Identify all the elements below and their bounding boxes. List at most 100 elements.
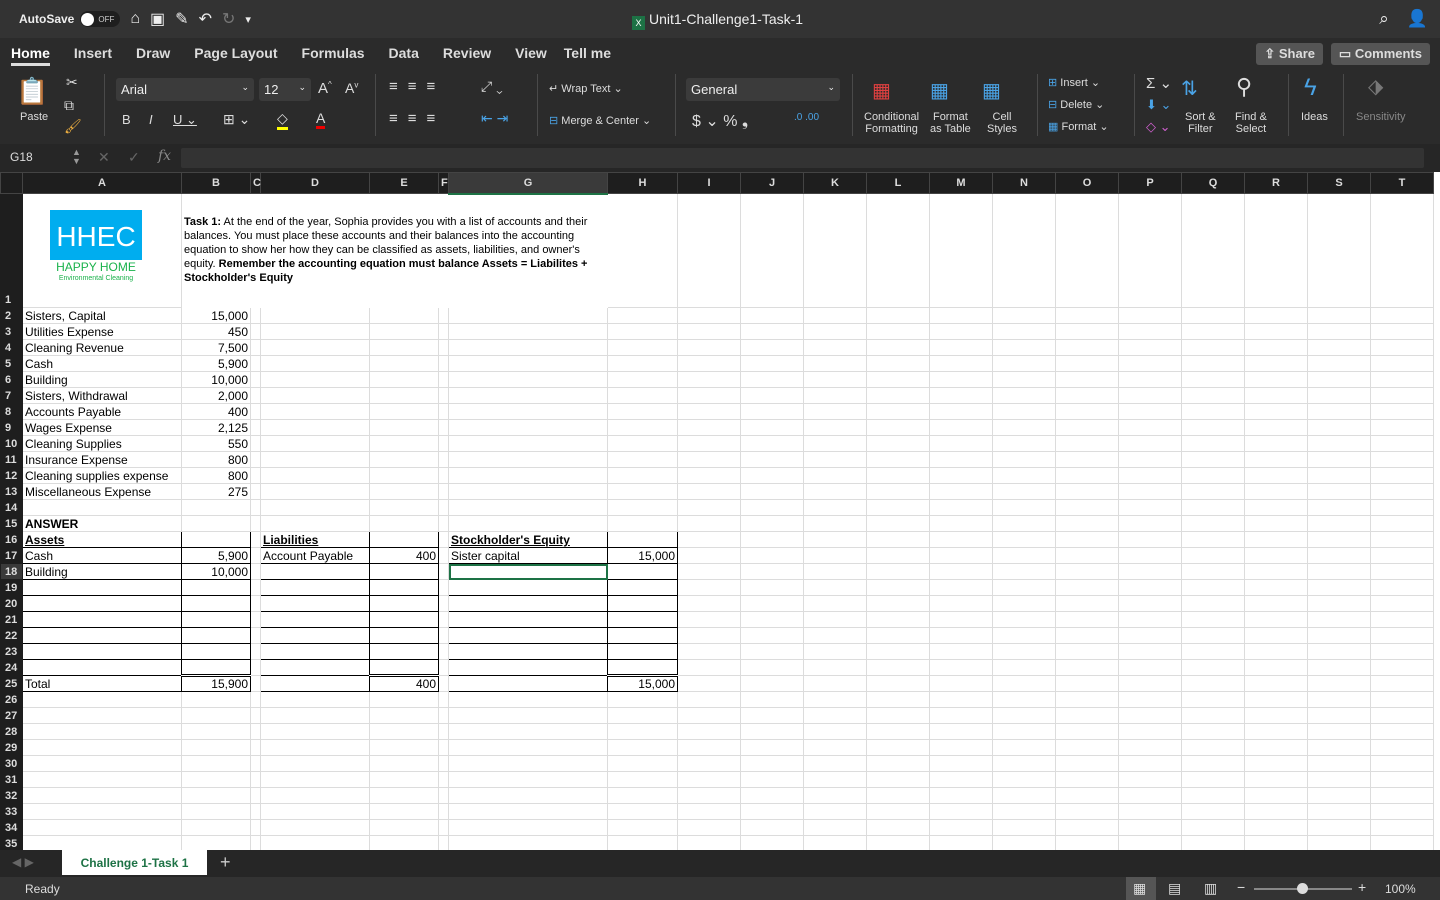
cell-B28[interactable] [181,723,251,740]
cell-Q12[interactable] [1181,467,1245,484]
paste-button[interactable]: Paste [20,111,48,123]
cell-H21[interactable] [607,611,678,628]
merge-center-button[interactable]: ⊟ Merge & Center ⌄ [549,114,651,127]
cell-J19[interactable] [740,579,804,596]
cell-H25[interactable]: 15,000 [607,674,678,692]
cell-I13[interactable] [677,483,741,500]
cell-M3[interactable] [929,323,993,340]
column-header-D[interactable]: D [260,172,370,194]
cell-N1[interactable] [992,193,1056,308]
cell-H13[interactable] [607,483,678,500]
cell-G29[interactable] [448,739,608,756]
cell-A14[interactable] [22,499,182,516]
cell-K20[interactable] [803,595,867,612]
cell-L32[interactable] [866,787,930,804]
cell-Q15[interactable] [1181,515,1245,532]
cell-O7[interactable] [1055,387,1119,404]
cell-J10[interactable] [740,435,804,452]
cell-S4[interactable] [1307,339,1371,356]
cell-M9[interactable] [929,419,993,436]
cell-G32[interactable] [448,787,608,804]
cell-R31[interactable] [1244,771,1308,788]
cell-H30[interactable] [607,755,678,772]
cell-B3[interactable]: 450 [181,323,251,340]
cell-I10[interactable] [677,435,741,452]
cell-F11[interactable] [438,451,449,468]
cell-R15[interactable] [1244,515,1308,532]
row-header-27[interactable]: 27 [0,707,23,724]
cell-L22[interactable] [866,627,930,644]
page-layout-view-icon[interactable]: ▤ [1168,880,1181,897]
cell-L18[interactable] [866,563,930,580]
cell-F31[interactable] [438,771,449,788]
cell-S29[interactable] [1307,739,1371,756]
decrease-font-icon[interactable]: Av [345,80,358,96]
cell-E15[interactable] [369,515,439,532]
cell-H20[interactable] [607,595,678,612]
cell-K18[interactable] [803,563,867,580]
cell-K17[interactable] [803,547,867,564]
cell-N8[interactable] [992,403,1056,420]
cell-S8[interactable] [1307,403,1371,420]
cell-E12[interactable] [369,467,439,484]
cell-K6[interactable] [803,371,867,388]
cell-O23[interactable] [1055,643,1119,660]
cell-A24[interactable] [22,659,182,676]
cell-J9[interactable] [740,419,804,436]
column-header-G[interactable]: G [448,172,608,195]
cell-E22[interactable] [369,627,439,644]
cell-Q16[interactable] [1181,531,1245,548]
cell-M23[interactable] [929,643,993,660]
cell-B12[interactable]: 800 [181,467,251,484]
cell-L5[interactable] [866,355,930,372]
cell-E3[interactable] [369,323,439,340]
row-header-1[interactable]: 1 [0,193,23,308]
cut-icon[interactable]: ✂ [66,74,78,91]
cell-R28[interactable] [1244,723,1308,740]
cell-M20[interactable] [929,595,993,612]
cell-J5[interactable] [740,355,804,372]
cell-P21[interactable] [1118,611,1182,628]
increase-font-icon[interactable]: A^ [318,80,332,97]
cell-P20[interactable] [1118,595,1182,612]
cell-C33[interactable] [250,803,261,820]
cell-Q3[interactable] [1181,323,1245,340]
cell-O26[interactable] [1055,691,1119,708]
cell-M5[interactable] [929,355,993,372]
cell-S12[interactable] [1307,467,1371,484]
zoom-slider-thumb[interactable] [1297,883,1308,894]
cell-R20[interactable] [1244,595,1308,612]
cell-T34[interactable] [1370,819,1434,836]
row-header-8[interactable]: 8 [0,403,23,420]
cell-F5[interactable] [438,355,449,372]
cell-K25[interactable] [803,675,867,692]
cell-styles-button[interactable]: Cell Styles [987,111,1017,135]
cell-M8[interactable] [929,403,993,420]
cell-R9[interactable] [1244,419,1308,436]
find-select-icon[interactable]: ⚲ [1236,74,1252,100]
cell-S6[interactable] [1307,371,1371,388]
cell-B9[interactable]: 2,125 [181,419,251,436]
cell-T8[interactable] [1370,403,1434,420]
cell-A6[interactable]: Building [22,371,182,388]
cell-T5[interactable] [1370,355,1434,372]
cell-G25[interactable] [448,675,608,692]
cell-R5[interactable] [1244,355,1308,372]
cell-R23[interactable] [1244,643,1308,660]
share-button[interactable]: ⇪ Share [1256,43,1323,65]
cell-D10[interactable] [260,435,370,452]
cell-Q25[interactable] [1181,675,1245,692]
cell-D13[interactable] [260,483,370,500]
tab-formulas[interactable]: Formulas [302,45,365,61]
cell-M2[interactable] [929,307,993,324]
cell-N27[interactable] [992,707,1056,724]
cell-A22[interactable] [22,627,182,644]
cell-T7[interactable] [1370,387,1434,404]
cell-B26[interactable] [181,691,251,708]
cell-I8[interactable] [677,403,741,420]
cell-Q23[interactable] [1181,643,1245,660]
cell-S21[interactable] [1307,611,1371,628]
cell-A18[interactable]: Building [22,563,182,580]
cell-P2[interactable] [1118,307,1182,324]
cell-D22[interactable] [260,627,370,644]
